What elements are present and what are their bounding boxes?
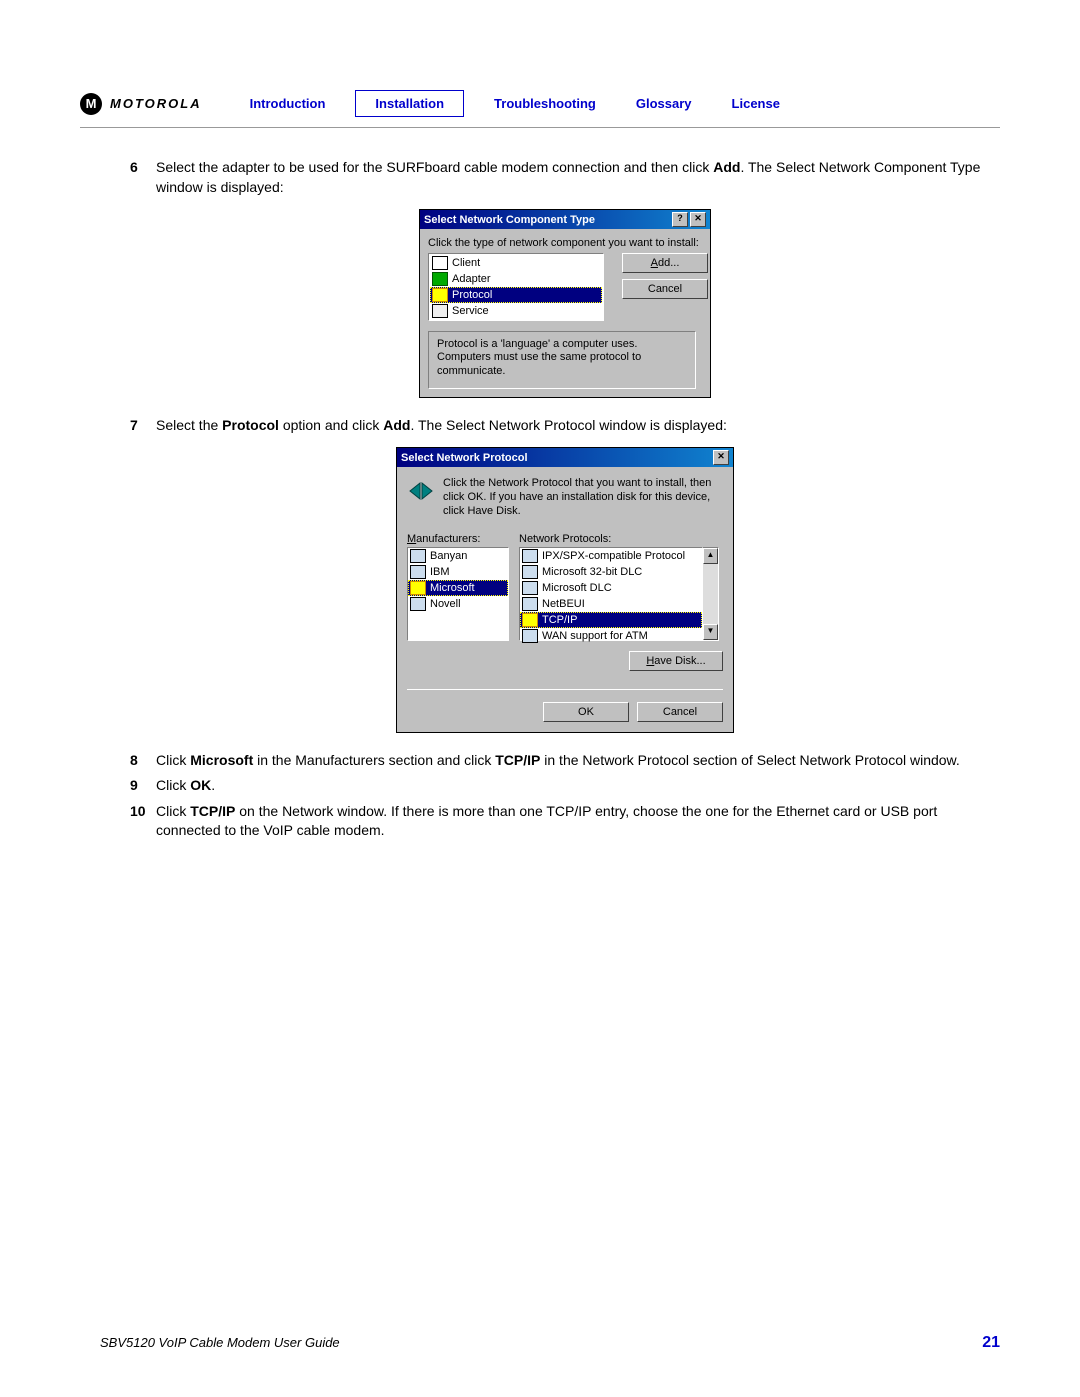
scroll-down-icon[interactable]: ▼ — [703, 624, 718, 640]
mfg-banyan[interactable]: Banyan — [408, 548, 508, 564]
select-network-component-dialog: Select Network Component Type ? ✕ Click … — [419, 209, 711, 398]
step-number: 8 — [130, 751, 156, 771]
step-number: 10 — [130, 802, 156, 841]
step-body: Select the Protocol option and click Add… — [156, 416, 1000, 436]
cancel-button[interactable]: Cancel — [622, 279, 708, 299]
header-divider — [80, 127, 1000, 128]
protocol-icon — [522, 629, 538, 643]
step-number: 7 — [130, 416, 156, 436]
close-icon[interactable]: ✕ — [713, 450, 729, 465]
step-number: 9 — [130, 776, 156, 796]
manufacturers-label: Manufacturers: — [407, 533, 509, 545]
proto-dlc[interactable]: Microsoft DLC — [520, 580, 702, 596]
vendor-icon — [410, 565, 426, 579]
protocol-icon — [522, 613, 538, 627]
proto-ipx[interactable]: IPX/SPX-compatible Protocol — [520, 548, 702, 564]
brand-name: MOTOROLA — [110, 96, 202, 111]
help-icon[interactable]: ? — [672, 212, 688, 227]
vendor-icon — [410, 581, 426, 595]
have-disk-button[interactable]: Have Disk... — [629, 651, 723, 671]
protocols-scrollbar[interactable]: ▲ ▼ — [703, 547, 719, 641]
motorola-logo-icon: M — [80, 93, 102, 115]
protocols-label: Network Protocols: — [519, 533, 719, 545]
vendor-icon — [410, 549, 426, 563]
page-header: M MOTOROLA Introduction Installation Tro… — [80, 90, 1000, 117]
list-item-client[interactable]: Client — [430, 255, 602, 271]
footer-title: SBV5120 VoIP Cable Modem User Guide — [100, 1335, 340, 1350]
step-body: Select the adapter to be used for the SU… — [156, 158, 1000, 197]
mfg-ibm[interactable]: IBM — [408, 564, 508, 580]
proto-netbeui[interactable]: NetBEUI — [520, 596, 702, 612]
protocol-icon — [522, 549, 538, 563]
proto-32dlc[interactable]: Microsoft 32-bit DLC — [520, 564, 702, 580]
list-item-protocol[interactable]: Protocol — [430, 287, 602, 303]
add-button[interactable]: Add... — [622, 253, 708, 273]
dialog2-wrap: Select Network Protocol ✕ Click the Netw… — [130, 447, 1000, 732]
nav-license[interactable]: License — [712, 90, 800, 117]
scroll-up-icon[interactable]: ▲ — [703, 548, 718, 564]
protocols-listbox[interactable]: IPX/SPX-compatible Protocol Microsoft 32… — [519, 547, 703, 641]
close-icon[interactable]: ✕ — [690, 212, 706, 227]
service-icon — [432, 304, 448, 318]
dialog1-titlebar: Select Network Component Type ? ✕ — [420, 210, 710, 229]
step-number: 6 — [130, 158, 156, 197]
page-footer: SBV5120 VoIP Cable Modem User Guide 21 — [100, 1334, 1000, 1352]
ok-button[interactable]: OK — [543, 702, 629, 722]
nav-links: Introduction Installation Troubleshootin… — [230, 90, 800, 117]
dialog1-description: Protocol is a 'language' a computer uses… — [428, 331, 696, 389]
list-item-adapter[interactable]: Adapter — [430, 271, 602, 287]
dialog1-title: Select Network Component Type — [424, 214, 595, 226]
manufacturers-listbox[interactable]: Banyan IBM Microsoft Novell — [407, 547, 509, 641]
page-number: 21 — [982, 1334, 1000, 1352]
component-type-listbox[interactable]: Client Adapter Protocol Service — [428, 253, 604, 321]
protocol-icon — [522, 597, 538, 611]
step-body: Click OK. — [156, 776, 1000, 796]
mfg-novell[interactable]: Novell — [408, 596, 508, 612]
nav-glossary[interactable]: Glossary — [616, 90, 712, 117]
dialog1-instruction: Click the type of network component you … — [428, 237, 702, 249]
dialog2-instruction: Click the Network Protocol that you want… — [443, 477, 723, 518]
nav-introduction[interactable]: Introduction — [230, 90, 346, 117]
adapter-icon — [432, 272, 448, 286]
step-list: 6 Select the adapter to be used for the … — [80, 158, 1000, 841]
step-9: 9 Click OK. — [130, 776, 1000, 796]
protocol-icon — [522, 581, 538, 595]
step-7: 7 Select the Protocol option and click A… — [130, 416, 1000, 436]
dialog2-titlebar: Select Network Protocol ✕ — [397, 448, 733, 467]
select-network-protocol-dialog: Select Network Protocol ✕ Click the Netw… — [396, 447, 734, 732]
nav-troubleshooting[interactable]: Troubleshooting — [474, 90, 616, 117]
vendor-icon — [410, 597, 426, 611]
wizard-icon — [407, 477, 435, 505]
step-body: Click TCP/IP on the Network window. If t… — [156, 802, 1000, 841]
list-item-service[interactable]: Service — [430, 303, 602, 319]
nav-installation[interactable]: Installation — [355, 90, 464, 117]
protocol-icon — [432, 288, 448, 302]
cancel-button[interactable]: Cancel — [637, 702, 723, 722]
proto-wan-atm[interactable]: WAN support for ATM — [520, 628, 702, 644]
step-8: 8 Click Microsoft in the Manufacturers s… — [130, 751, 1000, 771]
protocol-icon — [522, 565, 538, 579]
step-6: 6 Select the adapter to be used for the … — [130, 158, 1000, 197]
dialog1-wrap: Select Network Component Type ? ✕ Click … — [130, 209, 1000, 398]
proto-tcpip[interactable]: TCP/IP — [520, 612, 702, 628]
dialog2-title: Select Network Protocol — [401, 452, 528, 464]
step-10: 10 Click TCP/IP on the Network window. I… — [130, 802, 1000, 841]
step-body: Click Microsoft in the Manufacturers sec… — [156, 751, 1000, 771]
mfg-microsoft[interactable]: Microsoft — [408, 580, 508, 596]
client-icon — [432, 256, 448, 270]
